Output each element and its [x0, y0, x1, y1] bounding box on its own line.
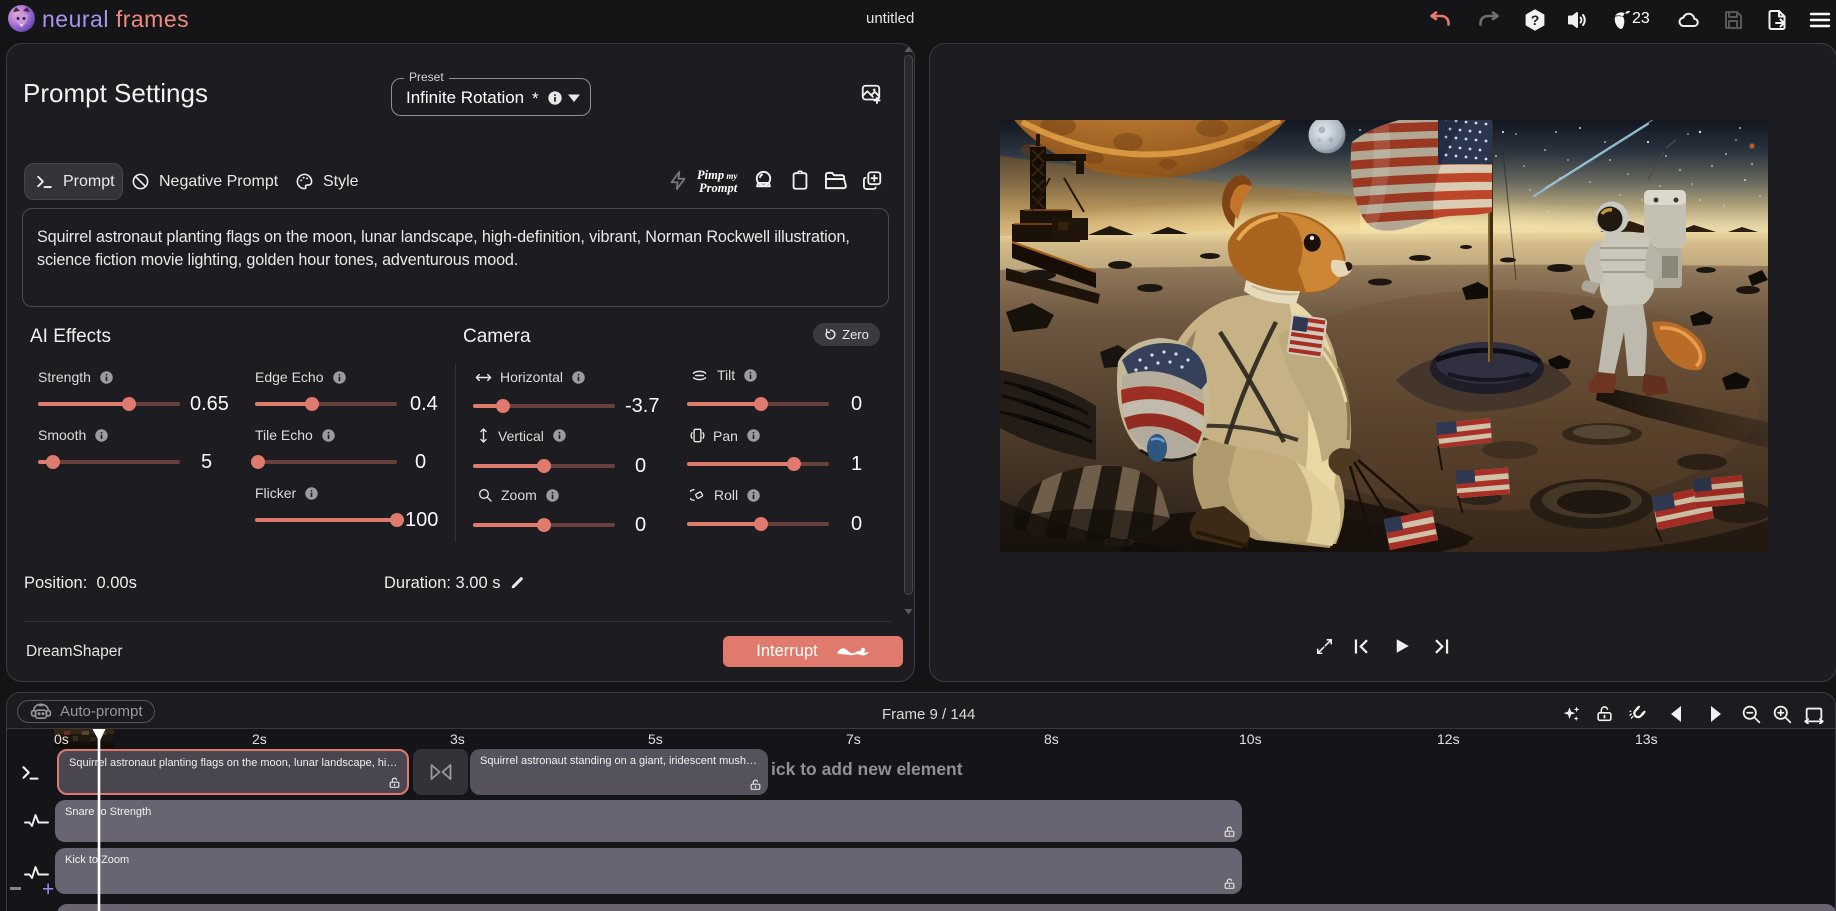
svg-text:?: ? — [1531, 12, 1540, 28]
svg-text:Prompt: Prompt — [699, 181, 738, 195]
svg-text:Pimp my: Pimp my — [697, 168, 738, 182]
